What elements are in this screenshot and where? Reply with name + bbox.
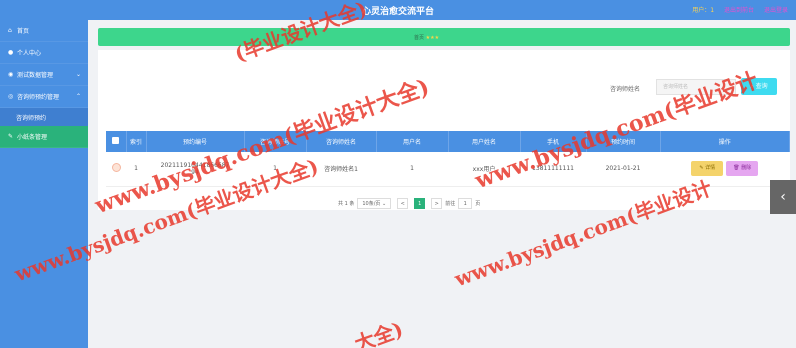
note-icon: ✎ (8, 133, 14, 140)
sidebar-item-test-data[interactable]: ◉ 测试数据管理 ⌄ (0, 64, 88, 86)
booking-table: 索引 预约编号 咨询师账号 咨询师姓名 用户名 用户姓名 手机 预约时间 操作 … (106, 131, 790, 187)
chevron-down-icon: ⌄ (382, 200, 387, 207)
search-button-label: 查询 (755, 83, 768, 90)
detail-button[interactable]: ✎ 详情 (691, 161, 724, 177)
search-icon: ⌕ (750, 83, 754, 90)
cell-user-name: xxx用户 (448, 152, 520, 187)
prev-page-button[interactable]: < (397, 197, 409, 209)
sidebar-item-label: 咨询师预约管理 (17, 94, 60, 101)
sidebar-item-label: 小纸条管理 (17, 134, 48, 141)
search-label: 咨询师姓名 (610, 86, 641, 93)
col-index: 索引 (126, 131, 147, 152)
cell-counselor-name: 咨询师姓名1 (306, 152, 376, 187)
collapse-panel-button[interactable]: ‹ (770, 180, 796, 214)
search-button[interactable]: ⌕ 查询 (741, 78, 777, 95)
page-size-select[interactable]: 10条/页 ⌄ (357, 197, 392, 209)
sidebar-item-home[interactable]: ⌂ 首页 (0, 20, 88, 42)
user-icon: ● (8, 49, 14, 56)
breadcrumb-text: 首页 (414, 35, 425, 41)
next-page-button[interactable]: > (431, 197, 443, 209)
col-counselor-name: 咨询师姓名 (306, 131, 377, 152)
page-unit: 页 (475, 200, 481, 207)
col-user-name: 用户姓名 (448, 131, 521, 152)
sidebar: ⌂ 首页 ● 个人中心 ◉ 测试数据管理 ⌄ ◎ 咨询师预约管理 ⌃ 咨询师预约… (0, 20, 88, 348)
sidebar-item-booking-manage[interactable]: ◎ 咨询师预约管理 ⌃ (0, 86, 88, 108)
booking-no-line2: 94 (191, 168, 199, 176)
cell-booking-no: 202111910441866687 94 (146, 152, 244, 187)
row-checkbox[interactable] (111, 163, 121, 173)
logout-link[interactable]: 退出登录 (764, 7, 788, 14)
sidebar-subitem-booking[interactable]: 咨询师预约 (0, 108, 88, 126)
cell-phone: 13811111111 (520, 152, 586, 187)
detail-button-label: 详情 (705, 165, 716, 172)
table-header-row: 索引 预约编号 咨询师账号 咨询师姓名 用户名 用户姓名 手机 预约时间 操作 (106, 131, 790, 152)
delete-button[interactable]: 🗑 删除 (726, 161, 759, 177)
app-title: 心灵治愈交流平台 (361, 7, 434, 17)
goto-label: 前往 (445, 200, 456, 207)
breadcrumb-banner: 首页 ★★★ (98, 28, 790, 46)
sidebar-item-profile[interactable]: ● 个人中心 (0, 42, 88, 64)
content-panel: 咨询师姓名 咨询师姓名 ⌕ 查询 索引 预约编号 咨询师账号 咨询师姓名 用户名… (98, 50, 790, 210)
home-icon: ⌂ (8, 27, 12, 34)
pager-total: 共 1 条 (338, 200, 355, 207)
trash-icon: 🗑 (733, 165, 740, 172)
search-input[interactable]: 咨询师姓名 (656, 79, 736, 95)
goto-input[interactable]: 1 (458, 197, 473, 209)
breadcrumb: 首页 ★★★ (414, 34, 439, 41)
star-icon: ★★★ (425, 35, 440, 41)
col-username: 用户名 (376, 131, 449, 152)
sidebar-item-label: 测试数据管理 (17, 72, 54, 79)
col-actions: 操作 (660, 131, 790, 152)
cell-time: 2021-01-21 (586, 152, 660, 187)
top-header: 心灵治愈交流平台 用户：1 退出到前台 退出登录 (0, 0, 796, 20)
select-all-checkbox[interactable] (112, 137, 120, 144)
select-all-checkbox-cell[interactable] (106, 131, 127, 152)
sidebar-item-label: 首页 (17, 28, 30, 35)
page-size-value: 10条/页 (362, 200, 381, 207)
row-checkbox-cell[interactable] (106, 152, 126, 187)
booking-no-line1: 202111910441866687 (160, 161, 230, 169)
back-to-front-link[interactable]: 退出到前台 (724, 7, 754, 14)
data-icon: ◉ (8, 71, 14, 78)
col-counselor-account: 咨询师账号 (244, 131, 307, 152)
col-time: 预约时间 (586, 131, 661, 152)
cell-username: 1 (376, 152, 448, 187)
pagination: 共 1 条 10条/页 ⌄ < 1 > 前往 1 页 (338, 196, 480, 210)
chevron-left-icon: ‹ (780, 189, 786, 205)
chevron-down-icon: ⌄ (75, 71, 81, 78)
sidebar-item-label: 咨询师预约 (16, 114, 47, 122)
table-row: 1 202111910441866687 94 1 咨询师姓名1 1 xxx用户 … (106, 152, 790, 187)
user-area: 用户：1 退出到前台 退出登录 (692, 5, 788, 14)
cell-index: 1 (126, 152, 146, 187)
page-1-button[interactable]: 1 (414, 197, 426, 209)
delete-button-label: 删除 (741, 165, 752, 172)
user-label: 用户： (692, 7, 711, 14)
col-booking-no: 预约编号 (146, 131, 245, 152)
cell-counselor-account: 1 (244, 152, 306, 187)
sidebar-item-notes[interactable]: ✎ 小纸条管理 (0, 126, 88, 148)
calendar-icon: ◎ (8, 93, 14, 100)
sidebar-item-label: 个人中心 (17, 50, 42, 57)
edit-icon: ✎ (699, 165, 704, 172)
user-name: 1 (710, 7, 715, 14)
main-content: 首页 ★★★ 咨询师姓名 咨询师姓名 ⌕ 查询 索引 预约编号 咨询师账号 咨询… (88, 20, 796, 348)
col-phone: 手机 (520, 131, 587, 152)
chevron-up-icon: ⌃ (75, 93, 81, 100)
